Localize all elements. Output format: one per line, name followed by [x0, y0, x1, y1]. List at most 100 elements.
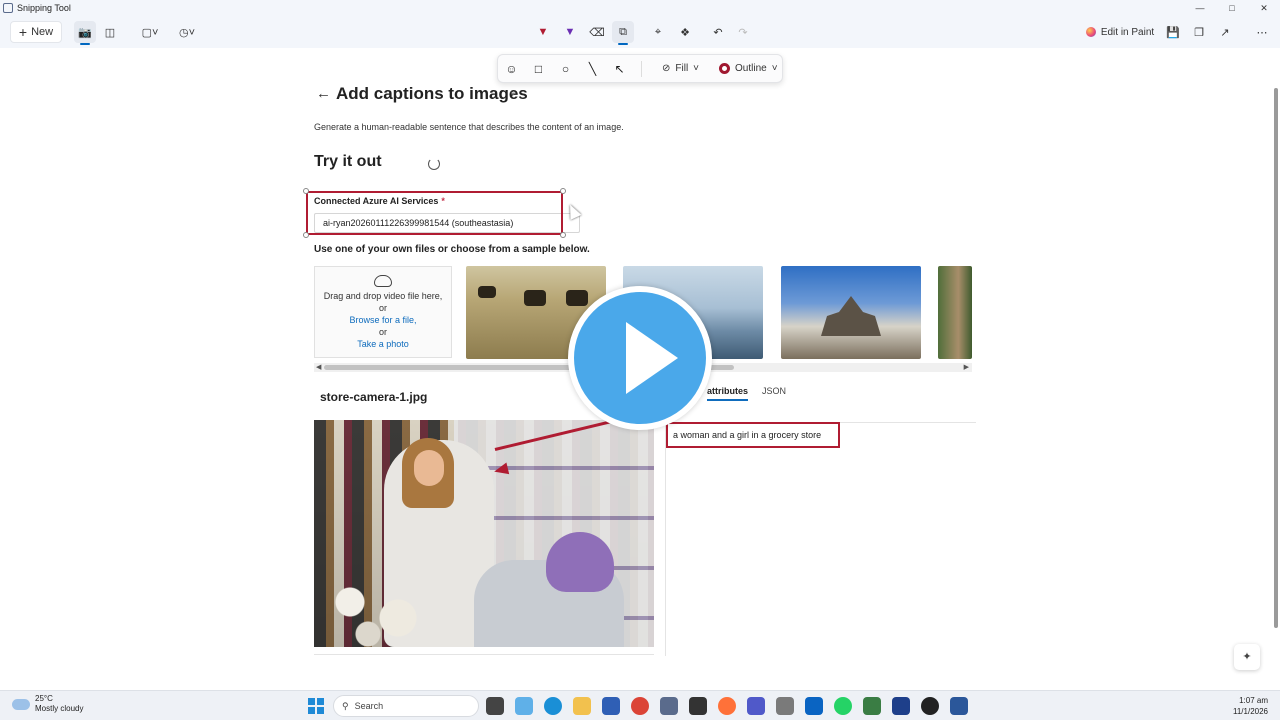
undo-icon[interactable]: ↶: [707, 21, 729, 43]
windows-start-icon[interactable]: [308, 698, 324, 714]
weather-widget[interactable]: 25°C Mostly cloudy: [12, 694, 83, 714]
outline-color-icon: [719, 63, 731, 74]
page-scrollbar[interactable]: [1274, 88, 1278, 648]
arrow-shape-icon[interactable]: ↖: [606, 58, 633, 80]
maximize-button[interactable]: □: [1216, 0, 1248, 16]
result-tabs: attributes JSON: [707, 386, 786, 401]
clock-time: 1:07 am: [1239, 696, 1268, 705]
store-camera-image: [314, 420, 654, 647]
search-placeholder: Search: [354, 701, 384, 711]
snip-mode-video-icon[interactable]: ◫: [99, 21, 121, 43]
capture-canvas: ← Add captions to images ˅ Generate a hu…: [0, 48, 1280, 690]
snip-mode-screenshot-icon[interactable]: 📷: [74, 21, 96, 45]
resize-handle[interactable]: [303, 188, 309, 194]
shapes-icon[interactable]: ⧉: [612, 21, 634, 45]
refresh-icon[interactable]: [428, 158, 440, 170]
file-drop-zone[interactable]: Drag and drop video file here, or Browse…: [314, 266, 452, 358]
scroll-thumb[interactable]: [1274, 88, 1278, 628]
more-options-icon[interactable]: ⋯: [1251, 21, 1273, 43]
sample-instructions: Use one of your own files or choose from…: [314, 244, 590, 255]
app-icon[interactable]: [776, 697, 794, 715]
share-icon[interactable]: ↗: [1214, 21, 1236, 43]
or-text: or: [378, 303, 387, 313]
fill-dropdown[interactable]: ⊘ Fill ˅: [662, 63, 699, 74]
outlook-icon[interactable]: [805, 697, 823, 715]
shape-toolbar: ☺ □ ○ ╲ ↖ ⊘ Fill ˅ Outline ˅: [497, 54, 783, 83]
copilot-icon[interactable]: [515, 697, 533, 715]
browse-file-link[interactable]: Browse for a file,: [315, 314, 451, 326]
statue-shape: [821, 296, 881, 336]
try-it-out-heading: Try it out: [314, 153, 382, 170]
sample-image-sports[interactable]: [938, 266, 972, 359]
sample-image-statue[interactable]: [781, 266, 921, 359]
teams-icon[interactable]: [747, 697, 765, 715]
new-button[interactable]: + New: [10, 21, 62, 43]
cloud-icon: [12, 698, 30, 710]
title-bar: Snipping Tool — □ ✕: [0, 0, 1280, 16]
fill-label: Fill: [675, 63, 689, 74]
or-text: or: [378, 327, 387, 337]
redo-icon[interactable]: ↷: [732, 21, 754, 43]
scroll-left-icon[interactable]: ◀: [316, 363, 321, 372]
cloud-upload-icon: [374, 275, 392, 287]
close-button[interactable]: ✕: [1248, 0, 1280, 16]
selected-filename: store-camera-1.jpg: [320, 390, 428, 404]
cow-shape: [566, 290, 588, 306]
play-icon: [626, 322, 678, 394]
save-icon[interactable]: 💾: [1162, 21, 1184, 43]
snipping-tool-taskbar-icon[interactable]: [660, 697, 678, 715]
app-icon[interactable]: [892, 697, 910, 715]
copy-icon[interactable]: ❐: [1188, 21, 1210, 43]
highlighter-icon[interactable]: ▼: [559, 21, 581, 43]
minimize-button[interactable]: —: [1184, 0, 1216, 16]
emoji-icon[interactable]: ☺: [498, 58, 525, 80]
resize-handle[interactable]: [560, 188, 566, 194]
system-clock[interactable]: 1:07 am 11/1/2026: [1233, 695, 1268, 717]
rectangle-shape-icon[interactable]: □: [525, 58, 552, 80]
edit-in-paint-label: Edit in Paint: [1100, 26, 1155, 38]
paint-icon: [1085, 27, 1096, 37]
window-controls: — □ ✕: [1184, 0, 1280, 16]
firefox-icon[interactable]: [718, 697, 736, 715]
app-icon[interactable]: [921, 697, 939, 715]
weather-temp: 25°C: [35, 694, 53, 703]
take-photo-link[interactable]: Take a photo: [315, 338, 451, 350]
back-arrow-icon[interactable]: ←: [316, 85, 331, 102]
chevron-down-icon[interactable]: ˅: [510, 89, 515, 99]
chrome-icon[interactable]: [631, 697, 649, 715]
drop-text: Drag and drop video file here,: [323, 291, 443, 301]
settings-corner-icon[interactable]: ✦: [1234, 644, 1260, 670]
store-icon[interactable]: [602, 697, 620, 715]
app-icon[interactable]: [863, 697, 881, 715]
main-toolbar: + New 📷 ◫ ▢˅ ◷˅ ▼ ▼ ⌫ ⧉ ⌖ ❖ ↶ ↷ Edit in …: [0, 16, 1280, 48]
snip-shape-dropdown-icon[interactable]: ▢˅: [137, 21, 163, 43]
chevron-down-icon: ˅: [693, 63, 700, 74]
play-button[interactable]: [568, 286, 712, 430]
girl-hat-shape: [546, 532, 614, 592]
tab-json[interactable]: JSON: [762, 386, 786, 401]
woman-face-shape: [414, 450, 444, 486]
task-view-icon[interactable]: [486, 697, 504, 715]
ballpoint-pen-icon[interactable]: ▼: [532, 21, 554, 43]
app-icon[interactable]: [689, 697, 707, 715]
cow-shape: [478, 286, 496, 298]
edit-in-paint-button[interactable]: Edit in Paint: [1084, 21, 1156, 43]
crop-icon[interactable]: ⌖: [647, 21, 669, 43]
resize-handle[interactable]: [303, 232, 309, 238]
circle-shape-icon[interactable]: ○: [552, 58, 579, 80]
edge-icon[interactable]: [544, 697, 562, 715]
outline-dropdown[interactable]: Outline ˅: [719, 63, 778, 74]
eraser-icon[interactable]: ⌫: [586, 21, 608, 43]
line-shape-icon[interactable]: ╲: [579, 58, 606, 80]
text-actions-icon[interactable]: ❖: [674, 21, 696, 43]
resize-handle[interactable]: [560, 232, 566, 238]
annotation-rectangle: [306, 191, 563, 235]
word-icon[interactable]: [950, 697, 968, 715]
taskbar-search[interactable]: ⚲ Search: [333, 695, 479, 717]
delay-timer-dropdown-icon[interactable]: ◷˅: [174, 21, 200, 43]
tab-attributes[interactable]: attributes: [707, 386, 749, 401]
outline-label: Outline: [735, 63, 767, 74]
file-explorer-icon[interactable]: [573, 697, 591, 715]
scroll-right-icon[interactable]: ▶: [964, 363, 969, 372]
whatsapp-icon[interactable]: [834, 697, 852, 715]
